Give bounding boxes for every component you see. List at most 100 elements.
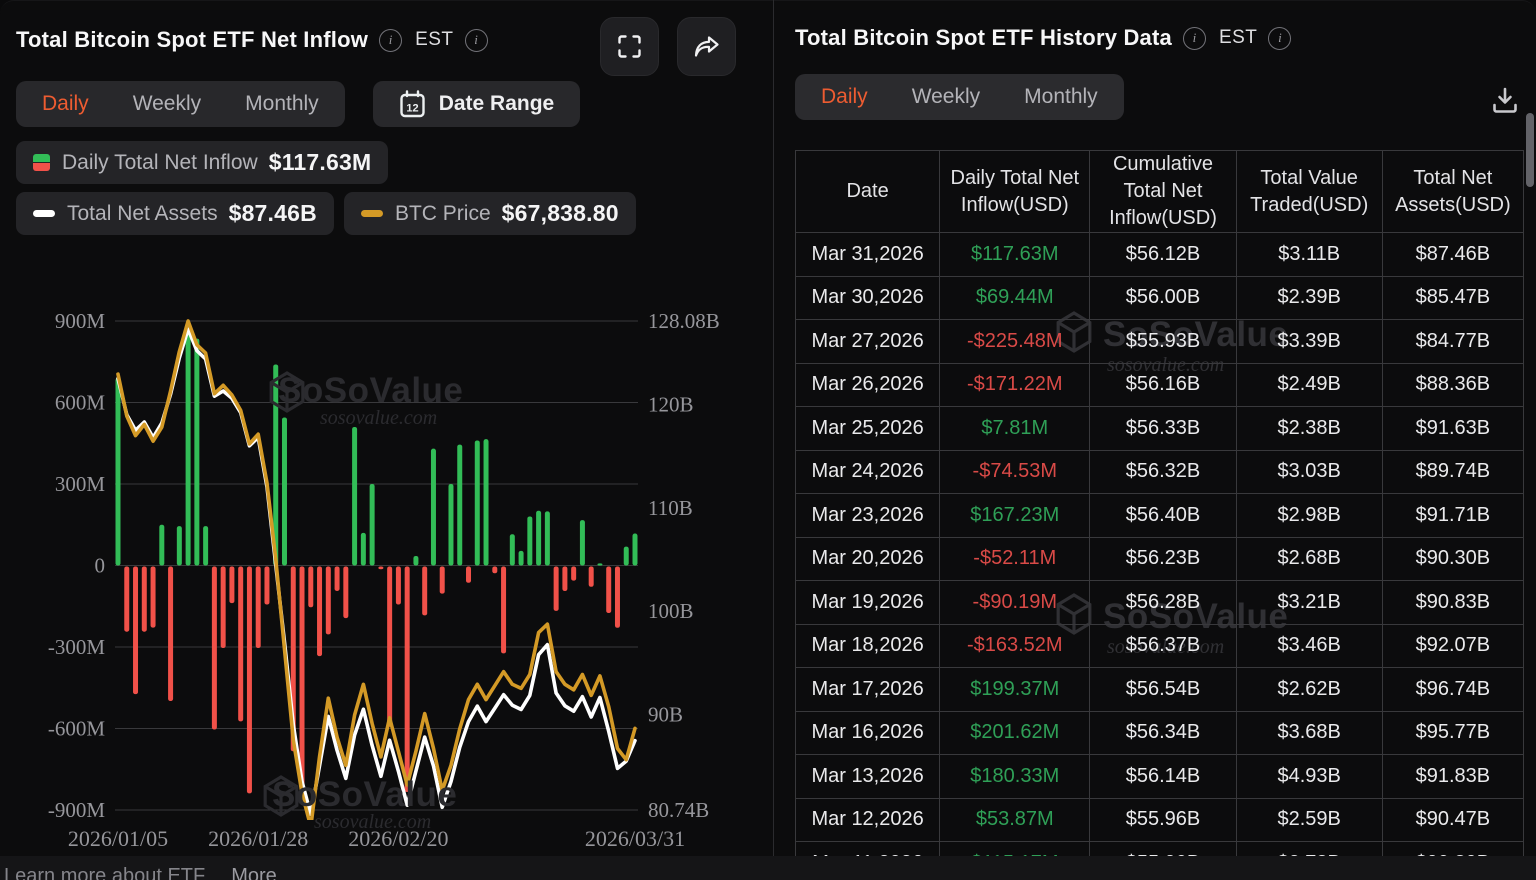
period-tabs: Daily Weekly Monthly [16,81,345,127]
cell-total-net-assets: $91.83B [1381,754,1525,799]
svg-text:-900M: -900M [48,798,105,822]
svg-text:0: 0 [95,554,106,578]
tab-weekly[interactable]: Weekly [111,81,223,127]
cell-total-value-traded: $2.49B [1235,362,1383,407]
cell-cumulative-net-inflow: $56.14B [1089,754,1237,799]
svg-text:-300M: -300M [48,635,105,659]
cell-total-net-assets: $96.74B [1381,667,1525,712]
page-footer[interactable]: Learn more about ETF More [0,856,1536,880]
cell-daily-net-inflow: -$74.53M [939,449,1091,494]
cell-date: Mar 27,2026 [794,319,941,364]
table-row: Mar 31,2026 $117.63M $56.12B $3.11B $87.46B [794,232,1525,277]
legend-assets-label: Total Net Assets [67,201,218,225]
cell-cumulative-net-inflow: $56.00B [1089,275,1237,320]
table-row: Mar 30,2026 $69.44M $56.00B $2.39B $85.47B [794,275,1525,320]
history-table: Date Daily Total Net Inflow(USD) Cumulat… [794,150,1525,880]
col-total-value-traded: Total Value Traded(USD) [1235,150,1383,233]
cell-total-net-assets: $95.77B [1381,710,1525,755]
cell-total-net-assets: $90.47B [1381,797,1525,842]
tab-daily[interactable]: Daily [799,74,890,120]
download-button[interactable] [1488,83,1522,120]
fullscreen-icon [616,33,643,60]
cell-cumulative-net-inflow: $56.16B [1089,362,1237,407]
history-period-tabs: Daily Weekly Monthly [795,74,1124,120]
legend-row-1: Daily Total Net Inflow $117.63M [16,141,773,184]
net-inflow-chart[interactable]: 900M 600M 300M 0 -300M -600M -900M 128.08B 120B 1… [0,293,773,857]
info-icon[interactable]: i [379,28,403,52]
date-range-button[interactable]: 12 Date Range [372,81,581,127]
history-controls: Daily Weekly Monthly [795,74,1536,120]
net-inflow-panel: Total Bitcoin Spot ETF Net Inflow i EST … [0,0,773,856]
svg-text:100B: 100B [648,599,694,623]
footer-link[interactable]: Learn more about ETF More [4,865,1536,880]
table-row: Mar 17,2026 $199.37M $56.54B $2.62B $96.74B [794,667,1525,712]
cell-daily-net-inflow: $53.87M [939,797,1091,842]
cell-cumulative-net-inflow: $56.12B [1089,232,1237,277]
cell-date: Mar 31,2026 [794,232,941,277]
cell-total-value-traded: $3.68B [1235,710,1383,755]
cell-total-net-assets: $84.77B [1381,319,1525,364]
cell-cumulative-net-inflow: $55.96B [1089,797,1237,842]
history-header: Total Bitcoin Spot ETF History Data i ES… [774,1,1536,51]
table-row: Mar 23,2026 $167.23M $56.40B $2.98B $91.71B [794,493,1525,538]
table-row: Mar 12,2026 $53.87M $55.96B $2.59B $90.47B [794,797,1525,842]
history-data-panel: Total Bitcoin Spot ETF History Data i ES… [774,0,1536,880]
svg-text:110B: 110B [648,496,693,520]
cell-daily-net-inflow: -$52.11M [939,536,1091,581]
share-button[interactable] [677,17,736,76]
cell-cumulative-net-inflow: $56.34B [1089,710,1237,755]
tab-monthly[interactable]: Monthly [1002,74,1120,120]
tab-monthly[interactable]: Monthly [223,81,341,127]
bar-series-icon [33,154,50,171]
table-row: Mar 13,2026 $180.33M $56.14B $4.93B $91.83B [794,754,1525,799]
fullscreen-button[interactable] [600,17,659,76]
legend-btc-price[interactable]: BTC Price $67,838.80 [343,192,636,235]
cell-daily-net-inflow: $7.81M [939,406,1091,451]
net-inflow-title: Total Bitcoin Spot ETF Net Inflow [16,27,369,52]
cell-total-net-assets: $89.74B [1381,449,1525,494]
legend-inflow-value: $117.63M [268,149,372,175]
info-icon[interactable]: i [464,28,488,52]
cell-total-net-assets: $91.63B [1381,406,1525,451]
legend-daily-net-inflow[interactable]: Daily Total Net Inflow $117.63M [16,141,389,184]
calendar-icon: 12 [399,89,426,119]
cell-daily-net-inflow: $69.44M [939,275,1091,320]
cell-total-value-traded: $2.98B [1235,493,1383,538]
table-row: Mar 19,2026 -$90.19M $56.28B $3.21B $90.83B [794,580,1525,625]
cell-daily-net-inflow: -$171.22M [939,362,1091,407]
share-arrow-icon [692,33,722,60]
tab-weekly[interactable]: Weekly [890,74,1002,120]
cell-total-value-traded: $2.59B [1235,797,1383,842]
est-label: EST [415,29,454,50]
cell-total-value-traded: $2.38B [1235,406,1383,451]
svg-text:600M: 600M [55,391,106,415]
cell-total-value-traded: $3.03B [1235,449,1383,494]
btc-line-icon [360,210,383,217]
panels-row: Total Bitcoin Spot ETF Net Inflow i EST … [0,0,1536,880]
table-row: Mar 20,2026 -$52.11M $56.23B $2.68B $90.30B [794,536,1525,581]
est-label: EST [1218,27,1258,48]
info-icon[interactable]: i [1268,26,1292,50]
tab-daily[interactable]: Daily [20,81,111,127]
cell-date: Mar 23,2026 [794,493,941,538]
table-row: Mar 25,2026 $7.81M $56.33B $2.38B $91.63B [794,406,1525,451]
legend-total-net-assets[interactable]: Total Net Assets $87.46B [16,192,334,235]
table-row: Mar 26,2026 -$171.22M $56.16B $2.49B $88.36B [794,362,1525,407]
info-icon[interactable]: i [1182,26,1206,50]
svg-text:12: 12 [406,102,418,114]
cell-total-value-traded: $3.21B [1235,580,1383,625]
cell-cumulative-net-inflow: $56.40B [1089,493,1237,538]
svg-text:90B: 90B [648,702,683,726]
cell-total-value-traded: $4.93B [1235,754,1383,799]
scrollbar-thumb[interactable] [1526,113,1534,187]
table-row: Mar 24,2026 -$74.53M $56.32B $3.03B $89.74B [794,449,1525,494]
cell-total-net-assets: $87.46B [1381,232,1525,277]
download-icon [1490,87,1520,118]
combo-chart-canvas: 900M 600M 300M 0 -300M -600M -900M 128.08B 120B 1… [48,309,720,851]
col-total-net-assets: Total Net Assets(USD) [1381,150,1525,233]
cell-cumulative-net-inflow: $55.93B [1089,319,1237,364]
cell-total-value-traded: $2.62B [1235,667,1383,712]
svg-text:120B: 120B [648,392,694,416]
cell-total-net-assets: $88.36B [1381,362,1525,407]
svg-text:80.74B: 80.74B [648,798,709,822]
